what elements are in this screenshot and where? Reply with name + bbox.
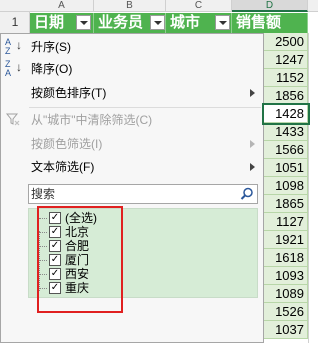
sales-cell[interactable]: 1566 (264, 141, 308, 159)
sales-cell[interactable]: 1089 (264, 285, 308, 303)
sort-ascending-icon: A Z ↓ (5, 37, 22, 56)
filter-search-box[interactable] (28, 184, 258, 204)
header-city-label: 城市 (170, 14, 201, 31)
column-header-d[interactable]: D (232, 0, 308, 12)
sales-cell[interactable]: 1865 (264, 195, 308, 213)
filter-by-color-item[interactable]: 按颜色筛选(I) (1, 133, 263, 155)
header-cell-sales[interactable]: 销售额 (232, 13, 308, 33)
sort-descending-label: 降序(O) (31, 62, 73, 76)
red-highlight-box (37, 206, 123, 313)
sales-cell[interactable]: 1856 (264, 87, 308, 105)
header-sales-label: 销售额 (236, 14, 282, 31)
sales-cell[interactable]: 1051 (264, 159, 308, 177)
sort-by-color-item[interactable]: 按颜色排序(T) (1, 82, 263, 104)
sales-cell[interactable]: 1098 (264, 177, 308, 195)
active-sales-cell[interactable]: 1428 (262, 103, 310, 125)
menu-divider (29, 107, 261, 108)
sales-column: 2500 1247 1152 1856 1428 1433 1566 1051 … (262, 33, 310, 343)
sort-ascending-label: 升序(S) (31, 40, 71, 54)
text-filter-item[interactable]: 文本筛选(F) (1, 156, 263, 178)
sales-cell[interactable]: 2500 (264, 33, 308, 51)
sales-cell[interactable]: 1921 (264, 231, 308, 249)
header-clerk-label: 业务员 (98, 14, 144, 31)
city-filter-button[interactable] (215, 15, 230, 30)
search-icon[interactable] (240, 187, 254, 201)
sort-ascending-item[interactable]: A Z ↓ 升序(S) (1, 36, 263, 58)
clear-filter-label: 从"城市"中清除筛选(C) (31, 113, 153, 127)
date-filter-button[interactable] (76, 15, 91, 30)
header-date-label: 日期 (34, 14, 65, 31)
column-header-a[interactable]: A (30, 0, 94, 12)
sort-by-color-label: 按颜色排序(T) (31, 86, 107, 100)
column-header-bar: A B C D (0, 0, 318, 12)
clear-filter-item[interactable]: 从"城市"中清除筛选(C) (1, 109, 263, 131)
sales-cell[interactable]: 1037 (264, 321, 308, 339)
sales-cell[interactable]: 1618 (264, 249, 308, 267)
sales-cell[interactable]: 1526 (264, 303, 308, 321)
sales-cell[interactable]: 1152 (264, 69, 308, 87)
filter-by-color-label: 按颜色筛选(I) (31, 137, 103, 151)
sales-cell[interactable]: 1093 (264, 267, 308, 285)
sort-descending-icon: Z A ↓ (5, 59, 22, 78)
submenu-arrow-icon (250, 89, 255, 97)
text-filter-label: 文本筛选(F) (31, 160, 95, 174)
submenu-arrow-icon (250, 140, 255, 148)
column-e-area (308, 33, 318, 343)
clear-filter-icon (5, 111, 23, 129)
sort-descending-item[interactable]: Z A ↓ 降序(O) (1, 58, 263, 80)
row-number-1[interactable]: 1 (0, 15, 30, 29)
filter-search-input[interactable] (31, 186, 236, 202)
column-header-c[interactable]: C (166, 0, 232, 12)
sales-cell[interactable]: 1433 (264, 123, 308, 141)
submenu-arrow-icon (250, 163, 255, 171)
sales-cell[interactable]: 1247 (264, 51, 308, 69)
sales-cell[interactable]: 1127 (264, 213, 308, 231)
clerk-filter-button[interactable] (150, 15, 165, 30)
column-header-b[interactable]: B (94, 0, 166, 12)
